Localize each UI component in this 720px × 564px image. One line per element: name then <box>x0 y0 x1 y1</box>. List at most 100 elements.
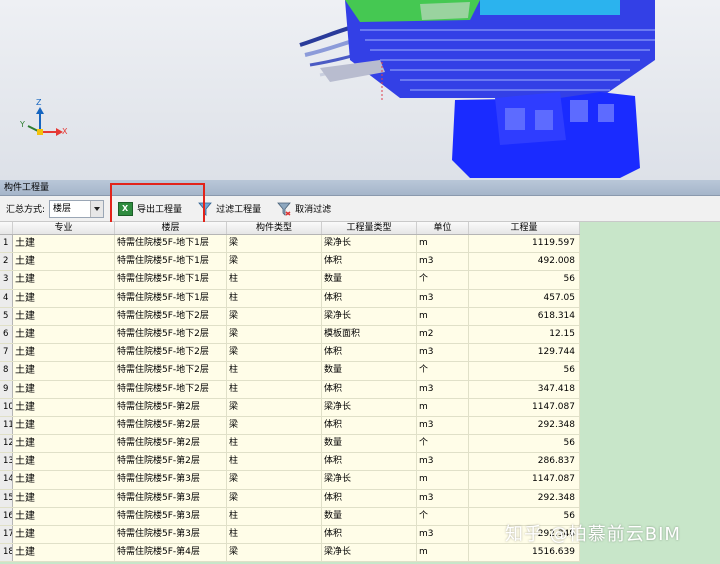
component-type-cell[interactable]: 柱 <box>227 362 322 380</box>
floor-cell[interactable]: 特需住院楼5F-第3层 <box>115 489 227 507</box>
quantity-cell[interactable]: 618.314 <box>469 307 580 325</box>
floor-cell[interactable]: 特需住院楼5F-第2层 <box>115 398 227 416</box>
row-number[interactable]: 13 <box>0 453 13 471</box>
floor-cell[interactable]: 特需住院楼5F-地下2层 <box>115 307 227 325</box>
unit-cell[interactable]: m3 <box>417 416 469 435</box>
row-number[interactable]: 11 <box>0 416 13 435</box>
header-component-type[interactable]: 构件类型 <box>227 222 322 234</box>
row-number[interactable]: 16 <box>0 507 13 525</box>
discipline-cell[interactable]: 土建 <box>13 526 115 544</box>
quantity-cell[interactable]: 1516.639 <box>469 544 580 562</box>
unit-cell[interactable]: 个 <box>417 435 469 453</box>
row-number[interactable]: 1 <box>0 235 13 253</box>
floor-cell[interactable]: 特需住院楼5F-第3层 <box>115 471 227 489</box>
table-row[interactable]: 12 土建 特需住院楼5F-第2层柱数量个 56 <box>0 435 580 454</box>
unit-cell[interactable]: m3 <box>417 380 469 398</box>
unit-cell[interactable]: m3 <box>417 253 469 271</box>
quantity-type-cell[interactable]: 体积 <box>322 526 417 544</box>
unit-cell[interactable]: m3 <box>417 453 469 471</box>
table-row[interactable]: 13 土建 特需住院楼5F-第2层柱体积 m3 286.837 <box>0 453 580 472</box>
table-row[interactable]: 15 土建 特需住院楼5F-第3层梁体积 m3 292.348 <box>0 489 580 508</box>
quantity-cell[interactable]: 347.418 <box>469 380 580 398</box>
row-number[interactable]: 14 <box>0 471 13 489</box>
unit-cell[interactable]: m <box>417 307 469 325</box>
discipline-cell[interactable]: 土建 <box>13 398 115 416</box>
floor-cell[interactable]: 特需住院楼5F-第2层 <box>115 416 227 435</box>
quantity-type-cell[interactable]: 体积 <box>322 453 417 471</box>
floor-cell[interactable]: 特需住院楼5F-第4层 <box>115 544 227 562</box>
quantity-type-cell[interactable]: 体积 <box>322 489 417 507</box>
table-row[interactable]: 18 土建 特需住院楼5F-第4层梁梁净长 m 1516.639 <box>0 544 580 563</box>
row-number[interactable]: 18 <box>0 544 13 562</box>
table-row[interactable]: 9 土建 特需住院楼5F-地下2层柱体积 m3 347.418 <box>0 380 580 399</box>
table-row[interactable]: 17 土建 特需住院楼5F-第3层柱体积 m3 292.348 <box>0 526 580 545</box>
unit-cell[interactable]: 个 <box>417 271 469 289</box>
row-number[interactable]: 6 <box>0 325 13 344</box>
discipline-cell[interactable]: 土建 <box>13 416 115 435</box>
quantity-type-cell[interactable]: 体积 <box>322 289 417 307</box>
row-number[interactable]: 7 <box>0 344 13 362</box>
component-type-cell[interactable]: 梁 <box>227 325 322 344</box>
table-row[interactable]: 7 土建 特需住院楼5F-地下2层梁体积 m3 129.744 <box>0 344 580 363</box>
quantity-cell[interactable]: 56 <box>469 362 580 380</box>
floor-cell[interactable]: 特需住院楼5F-第3层 <box>115 526 227 544</box>
component-type-cell[interactable]: 梁 <box>227 416 322 435</box>
table-row[interactable]: 1 土建 特需住院楼5F-地下1层梁梁净长 m 1119.597 <box>0 235 580 254</box>
row-number[interactable]: 15 <box>0 489 13 507</box>
component-type-cell[interactable]: 梁 <box>227 253 322 271</box>
header-discipline[interactable]: 专业 <box>13 222 115 234</box>
component-type-cell[interactable]: 梁 <box>227 471 322 489</box>
unit-cell[interactable]: m <box>417 398 469 416</box>
table-row[interactable]: 3 土建 特需住院楼5F-地下1层柱数量个 56 <box>0 271 580 290</box>
unit-cell[interactable]: m3 <box>417 289 469 307</box>
quantity-type-cell[interactable]: 梁净长 <box>322 544 417 562</box>
row-number[interactable]: 3 <box>0 271 13 289</box>
component-type-cell[interactable]: 柱 <box>227 435 322 453</box>
table-row[interactable]: 5 土建 特需住院楼5F-地下2层梁梁净长 m 618.314 <box>0 307 580 326</box>
floor-cell[interactable]: 特需住院楼5F-地下1层 <box>115 253 227 271</box>
floor-cell[interactable]: 特需住院楼5F-地下2层 <box>115 325 227 344</box>
unit-cell[interactable]: 个 <box>417 507 469 525</box>
discipline-cell[interactable]: 土建 <box>13 453 115 471</box>
row-number[interactable]: 10 <box>0 398 13 416</box>
row-number[interactable]: 8 <box>0 362 13 380</box>
quantity-cell[interactable]: 56 <box>469 435 580 453</box>
quantity-cell[interactable]: 56 <box>469 271 580 289</box>
quantity-cell[interactable]: 1147.087 <box>469 471 580 489</box>
floor-cell[interactable]: 特需住院楼5F-第2层 <box>115 435 227 453</box>
component-type-cell[interactable]: 柱 <box>227 507 322 525</box>
table-row[interactable]: 14 土建 特需住院楼5F-第3层梁梁净长 m 1147.087 <box>0 471 580 490</box>
header-unit[interactable]: 单位 <box>417 222 469 234</box>
quantity-type-cell[interactable]: 模板面积 <box>322 325 417 344</box>
row-number[interactable]: 17 <box>0 526 13 544</box>
unit-cell[interactable]: m <box>417 544 469 562</box>
unit-cell[interactable]: m3 <box>417 526 469 544</box>
quantity-cell[interactable]: 457.05 <box>469 289 580 307</box>
quantity-type-cell[interactable]: 梁净长 <box>322 471 417 489</box>
quantity-type-cell[interactable]: 体积 <box>322 344 417 362</box>
discipline-cell[interactable]: 土建 <box>13 544 115 562</box>
floor-cell[interactable]: 特需住院楼5F-地下1层 <box>115 289 227 307</box>
component-type-cell[interactable]: 梁 <box>227 235 322 253</box>
summary-mode-select[interactable]: 楼层 <box>49 199 105 218</box>
floor-cell[interactable]: 特需住院楼5F-地下2层 <box>115 362 227 380</box>
quantity-cell[interactable]: 292.348 <box>469 489 580 507</box>
row-number[interactable]: 2 <box>0 253 13 271</box>
floor-cell[interactable]: 特需住院楼5F-第2层 <box>115 453 227 471</box>
discipline-cell[interactable]: 土建 <box>13 289 115 307</box>
row-number[interactable]: 12 <box>0 435 13 453</box>
quantity-cell[interactable]: 1147.087 <box>469 398 580 416</box>
unit-cell[interactable]: m <box>417 471 469 489</box>
unit-cell[interactable]: m2 <box>417 325 469 344</box>
floor-cell[interactable]: 特需住院楼5F-地下2层 <box>115 380 227 398</box>
floor-cell[interactable]: 特需住院楼5F-地下2层 <box>115 344 227 362</box>
quantity-cell[interactable]: 492.008 <box>469 253 580 271</box>
header-quantity-type[interactable]: 工程量类型 <box>322 222 417 234</box>
quantity-cell[interactable]: 292.348 <box>469 416 580 435</box>
unit-cell[interactable]: m <box>417 235 469 253</box>
chevron-down-icon[interactable] <box>90 200 104 217</box>
header-floor[interactable]: 楼层 <box>115 222 227 234</box>
floor-cell[interactable]: 特需住院楼5F-地下1层 <box>115 271 227 289</box>
table-row[interactable]: 6 土建 特需住院楼5F-地下2层梁模板面积 m2 12.15 <box>0 325 580 345</box>
discipline-cell[interactable]: 土建 <box>13 380 115 398</box>
